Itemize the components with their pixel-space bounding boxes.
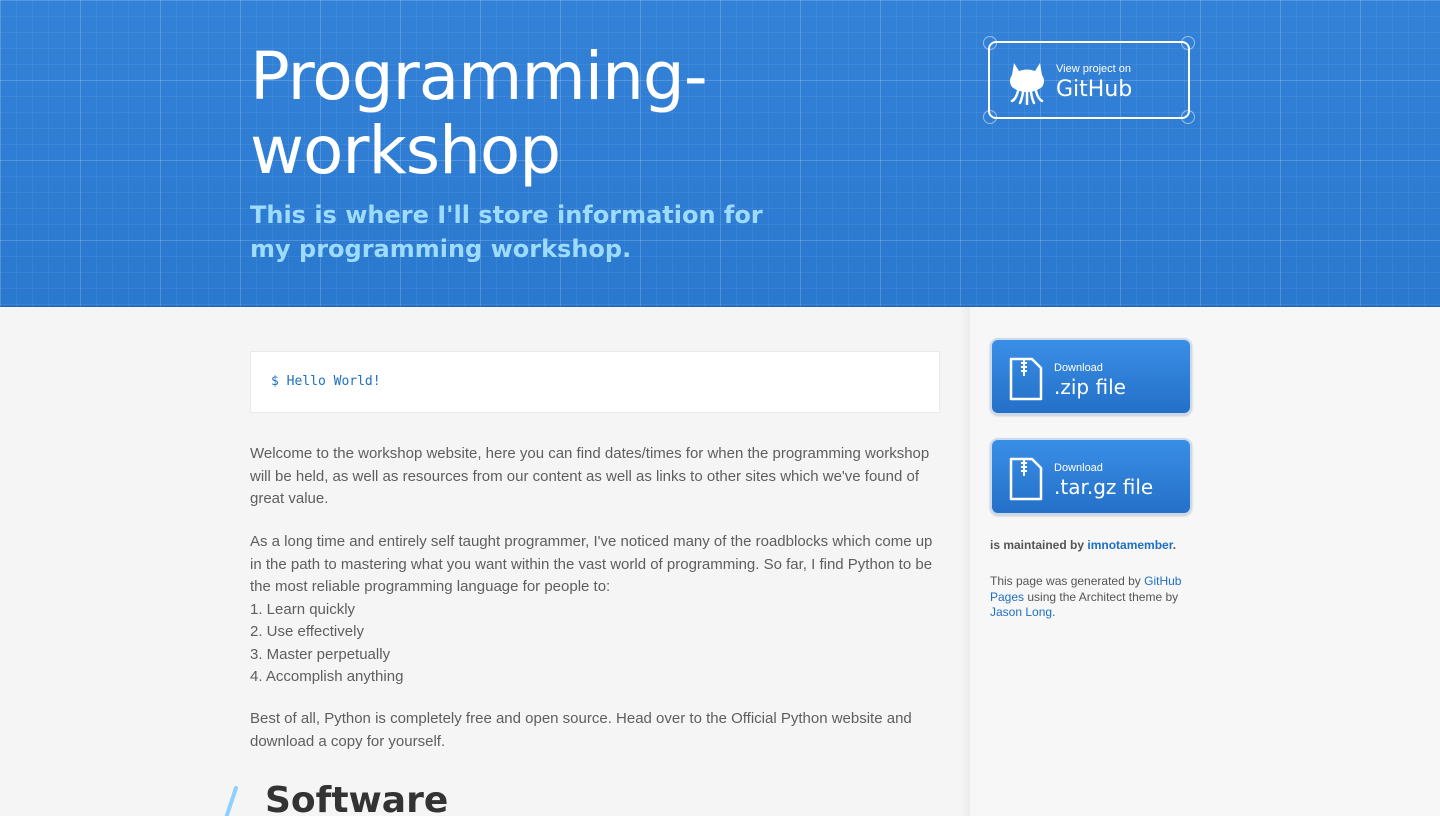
site-title: Programming-workshop	[250, 38, 708, 189]
octocat-icon	[1010, 63, 1044, 105]
list-item: 4. Accomplish anything	[250, 668, 404, 685]
corner-decoration	[1181, 36, 1195, 50]
generated-suffix: .	[1052, 605, 1056, 619]
list-item: 2. Use effectively	[250, 623, 364, 640]
maintained-by: is maintained by imnotamember.	[990, 538, 1190, 552]
generated-prefix: This page was generated by	[990, 574, 1141, 588]
corner-decoration	[983, 110, 997, 124]
maintained-prefix: is maintained by	[990, 538, 1085, 552]
site-header: Programming-workshop This is where I'll …	[0, 0, 1440, 307]
download-tar-button[interactable]: Download .tar.gz file	[990, 438, 1192, 515]
python-paragraph-text: As a long time and entirely self taught …	[250, 533, 933, 595]
free-python-paragraph: Best of all, Python is completely free a…	[250, 710, 912, 750]
github-button-small-label: View project on	[1056, 63, 1132, 75]
code-block: $ Hello World!	[250, 351, 940, 413]
corner-decoration	[1181, 110, 1195, 124]
download-small-label: Download	[1054, 462, 1103, 474]
software-heading: Software	[265, 780, 449, 816]
intro-paragraph: Welcome to the workshop website, here yo…	[250, 445, 930, 507]
zip-file-icon	[1009, 457, 1043, 501]
generated-mid: using the Architect theme by	[1027, 589, 1179, 604]
download-zip-button[interactable]: Download .zip file	[990, 338, 1192, 415]
maintained-suffix: .	[1172, 538, 1177, 552]
list-item: 3. Master perpetually	[250, 645, 391, 663]
list-item: 1. Learn quickly	[250, 600, 356, 618]
maintainer-link[interactable]: imnotamember	[1087, 538, 1172, 552]
heading-slash-icon	[224, 786, 238, 816]
download-zip-label: .zip file	[1054, 375, 1126, 399]
zip-file-icon	[1009, 357, 1043, 401]
code-line: $ Hello World!	[271, 374, 381, 389]
corner-decoration	[983, 36, 997, 50]
sidebar-shadow	[960, 307, 970, 816]
author-link[interactable]: Jason Long	[990, 605, 1052, 619]
python-paragraph: As a long time and entirely self taught …	[250, 531, 940, 689]
github-button-big-label: GitHub	[1056, 77, 1133, 102]
download-tar-label: .tar.gz file	[1054, 475, 1154, 499]
site-tagline: This is where I'll store information for…	[250, 201, 763, 263]
download-small-label: Download	[1054, 362, 1103, 374]
view-on-github-button[interactable]: View project on GitHub	[983, 36, 1195, 124]
generated-by: This page was generated by GitHub Pages …	[990, 574, 1190, 621]
